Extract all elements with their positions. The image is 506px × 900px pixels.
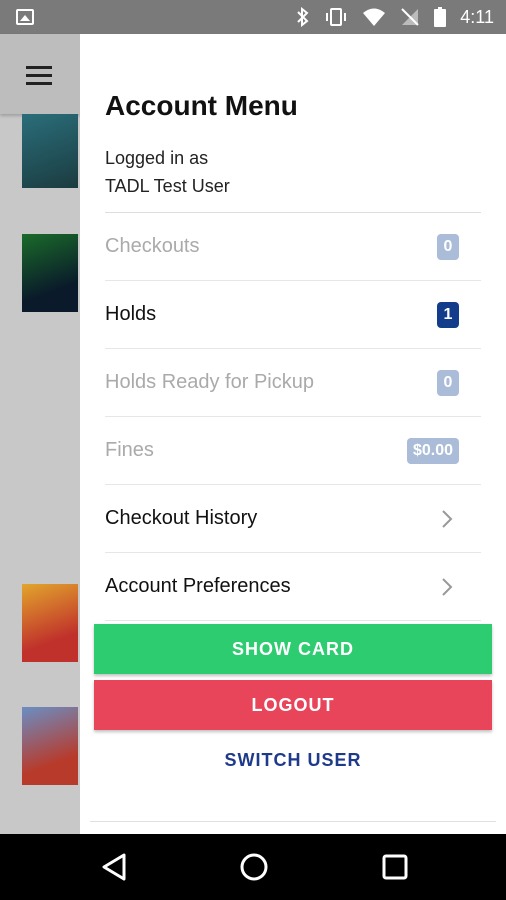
divider <box>90 821 496 822</box>
menu-item-account-preferences[interactable]: Account Preferences <box>105 553 481 621</box>
checkouts-count-badge: 0 <box>437 233 459 260</box>
status-bar: 4:11 <box>0 0 506 34</box>
bluetooth-icon <box>297 7 309 27</box>
menu-item-label: Checkouts <box>105 235 200 257</box>
status-icons: 4:11 <box>296 6 494 28</box>
vibrate-icon <box>326 8 347 26</box>
switch-user-button[interactable]: SWITCH USER <box>94 742 492 778</box>
image-notification-icon <box>16 9 34 25</box>
menu-item-holds-ready[interactable]: Holds Ready for Pickup 0 <box>105 349 481 417</box>
clock: 4:11 <box>460 6 494 27</box>
logged-in-label: Logged in as <box>105 148 209 168</box>
holds-count-badge: 1 <box>437 301 459 328</box>
chevron-right-icon <box>442 577 453 596</box>
logged-in-info: Logged in as TADL Test User <box>105 144 230 200</box>
home-icon[interactable] <box>239 852 269 882</box>
wifi-icon <box>363 8 386 26</box>
menu-item-label: Account Preferences <box>105 575 291 597</box>
show-card-button[interactable]: SHOW CARD <box>94 624 492 674</box>
page-title: Account Menu <box>105 90 298 121</box>
menu-item-fines[interactable]: Fines $0.00 <box>105 417 481 485</box>
app-bar <box>0 34 80 114</box>
account-menu-list: Checkouts 0 Holds 1 Holds Ready for Pick… <box>105 212 481 621</box>
background-app <box>0 34 80 834</box>
menu-item-label: Fines <box>105 439 154 461</box>
holds-ready-count-badge: 0 <box>437 369 459 396</box>
menu-item-holds[interactable]: Holds 1 <box>105 281 481 349</box>
no-signal-icon <box>401 8 420 26</box>
menu-item-checkouts[interactable]: Checkouts 0 <box>105 213 481 281</box>
book-cover[interactable] <box>22 114 78 188</box>
menu-icon[interactable] <box>26 66 52 90</box>
book-cover[interactable] <box>22 584 78 662</box>
menu-item-label: Holds <box>105 303 157 325</box>
battery-icon <box>434 7 447 27</box>
book-cover[interactable] <box>22 707 78 785</box>
system-navigation-bar <box>0 834 506 900</box>
chevron-right-icon <box>442 509 453 528</box>
menu-item-label: Checkout History <box>105 507 258 529</box>
logout-button[interactable]: LOGOUT <box>94 680 492 730</box>
book-cover[interactable] <box>22 234 78 312</box>
menu-item-label: Holds Ready for Pickup <box>105 371 314 393</box>
fines-amount-badge: $0.00 <box>406 437 459 464</box>
user-name: TADL Test User <box>105 176 230 196</box>
recents-icon[interactable] <box>382 852 408 882</box>
back-icon[interactable] <box>100 852 128 882</box>
menu-item-checkout-history[interactable]: Checkout History <box>105 485 481 553</box>
account-menu-drawer: Account Menu Logged in as TADL Test User… <box>80 34 506 834</box>
